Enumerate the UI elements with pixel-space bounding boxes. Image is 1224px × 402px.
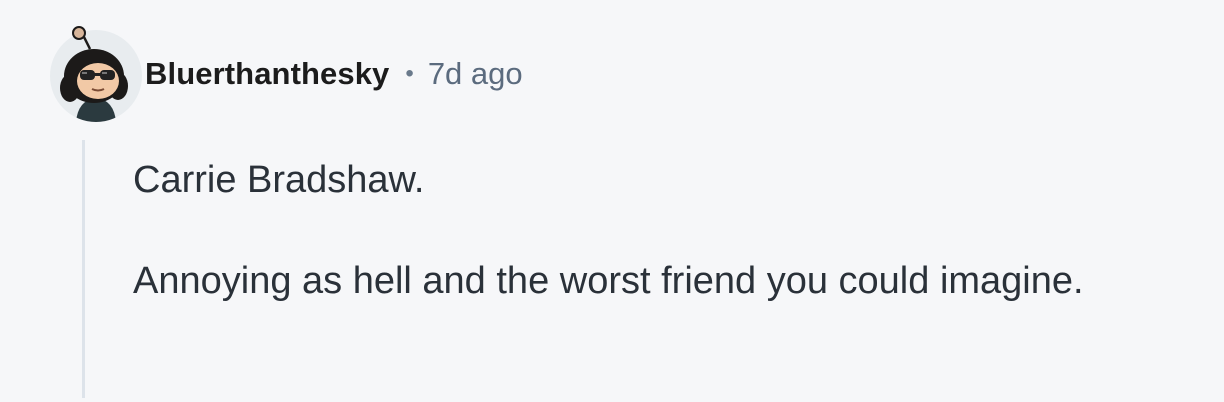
username-link[interactable]: Bluerthanthesky — [145, 56, 389, 92]
comment-paragraph: Carrie Bradshaw. — [133, 159, 425, 201]
comment-paragraph: Annoying as hell and the worst friend yo… — [133, 260, 1084, 302]
snoo-avatar-icon — [50, 26, 142, 122]
comment-body: Carrie Bradshaw. Annoying as hell and th… — [133, 150, 1133, 311]
user-avatar[interactable] — [48, 26, 144, 122]
timestamp[interactable]: 7d ago — [428, 56, 523, 92]
meta-separator: • — [405, 60, 414, 87]
comment: Bluerthanthesky • 7d ago Carrie Bradshaw… — [0, 0, 1224, 402]
comment-meta: Bluerthanthesky • 7d ago — [145, 52, 523, 96]
thread-line[interactable] — [82, 140, 85, 398]
